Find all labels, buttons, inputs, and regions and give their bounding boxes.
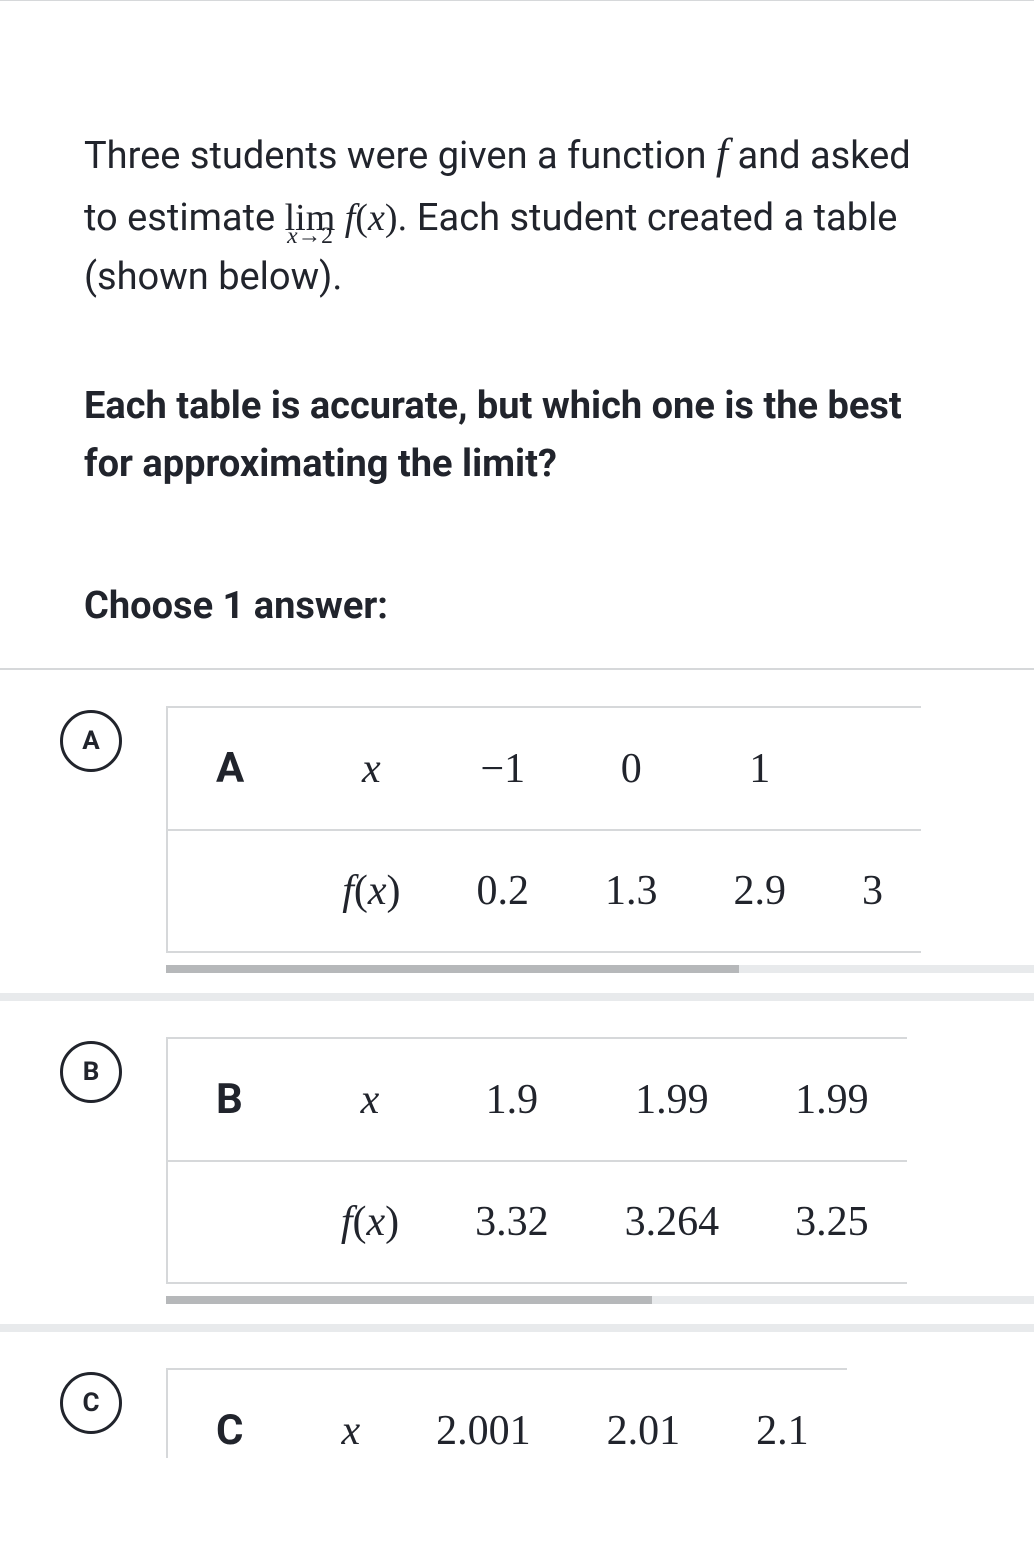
cell-fx: 2.9 <box>696 830 825 952</box>
choice-a-content: A x −1 0 1 f(x) 0.2 1.3 2.9 3 <box>166 706 1034 993</box>
table-b-label: B <box>167 1038 303 1161</box>
row-header-x: x <box>303 1369 398 1458</box>
choice-a-letter: A <box>82 726 99 756</box>
function-symbol: f <box>716 130 728 178</box>
table-b-blank <box>167 1161 303 1283</box>
choice-a-scrollbar[interactable] <box>166 965 1034 973</box>
limit-expression: limx→2 <box>285 189 336 248</box>
cell-x: 2.001 <box>398 1369 569 1458</box>
table-a-blank <box>167 830 304 952</box>
limit-fn-arg: x <box>368 197 385 239</box>
choice-c-table: C x 2.001 2.01 2.1 <box>166 1368 847 1458</box>
fx-f: f <box>341 1199 353 1245</box>
choice-c-content: C x 2.001 2.01 2.1 <box>166 1368 1034 1458</box>
choice-b-content: B x 1.9 1.99 1.99 f(x) 3.32 3.264 3.25 <box>166 1037 1034 1324</box>
cell-x: 0 <box>567 707 696 830</box>
choice-b-letter: B <box>83 1057 100 1087</box>
cell-fx: 1.3 <box>567 830 696 952</box>
fx-x: x <box>366 1199 385 1245</box>
cell-x: 1.99 <box>757 1038 907 1161</box>
row-header-x: x <box>304 707 438 830</box>
cell-x <box>824 707 921 830</box>
answer-choices: A A x −1 0 1 f(x) 0.2 1.3 2.9 3 <box>0 668 1034 1458</box>
question-prompt: Three students were given a function f a… <box>84 121 950 307</box>
cell-x: −1 <box>439 707 568 830</box>
prompt-text-1: Three students were given a function <box>84 134 716 178</box>
cell-x: 1 <box>696 707 825 830</box>
cell-x: 2.01 <box>569 1369 719 1458</box>
row-header-fx: f(x) <box>304 830 438 952</box>
fx-f: f <box>342 868 354 914</box>
choice-b-scroll-thumb[interactable] <box>166 1296 652 1304</box>
choice-a-radio[interactable]: A <box>60 710 122 772</box>
question-body: Three students were given a function f a… <box>0 121 1034 628</box>
top-divider <box>0 0 1034 1</box>
choice-b-scrollbar[interactable] <box>166 1296 1034 1304</box>
choose-label: Choose 1 answer: <box>84 584 950 628</box>
cell-x: 1.9 <box>437 1038 587 1161</box>
cell-x: 2.1 <box>718 1369 847 1458</box>
choice-b-radio[interactable]: B <box>60 1041 122 1103</box>
choice-c-letter: C <box>82 1388 99 1418</box>
row-header-x: x <box>303 1038 437 1161</box>
table-c-label: C <box>167 1369 303 1458</box>
limit-fn: f(x) <box>345 197 398 239</box>
limit-sub-var: x <box>287 223 297 249</box>
cell-fx: 3.264 <box>587 1161 758 1283</box>
question-prompt-2: Each table is accurate, but which one is… <box>84 377 950 495</box>
choice-c-radio[interactable]: C <box>60 1372 122 1434</box>
cell-fx: 3.25 <box>757 1161 907 1283</box>
cell-x: 1.99 <box>587 1038 758 1161</box>
choice-c[interactable]: C C x 2.001 2.01 2.1 <box>0 1324 1034 1458</box>
choice-a[interactable]: A A x −1 0 1 f(x) 0.2 1.3 2.9 3 <box>0 670 1034 993</box>
choice-a-scroll-thumb[interactable] <box>166 965 739 973</box>
limit-fn-f: f <box>345 197 356 239</box>
choice-b[interactable]: B B x 1.9 1.99 1.99 f(x) 3.32 3.264 3.25 <box>0 993 1034 1324</box>
cell-fx: 0.2 <box>439 830 568 952</box>
row-header-fx: f(x) <box>303 1161 437 1283</box>
cell-fx: 3.32 <box>437 1161 587 1283</box>
limit-sub-arrow: → <box>298 223 322 249</box>
limit-sub-val: 2 <box>321 223 333 249</box>
limit-subscript: x→2 <box>285 218 336 255</box>
choice-b-table: B x 1.9 1.99 1.99 f(x) 3.32 3.264 3.25 <box>166 1037 907 1284</box>
table-a-label: A <box>167 707 304 830</box>
cell-fx: 3 <box>824 830 921 952</box>
choice-a-table: A x −1 0 1 f(x) 0.2 1.3 2.9 3 <box>166 706 921 953</box>
fx-x: x <box>368 868 387 914</box>
